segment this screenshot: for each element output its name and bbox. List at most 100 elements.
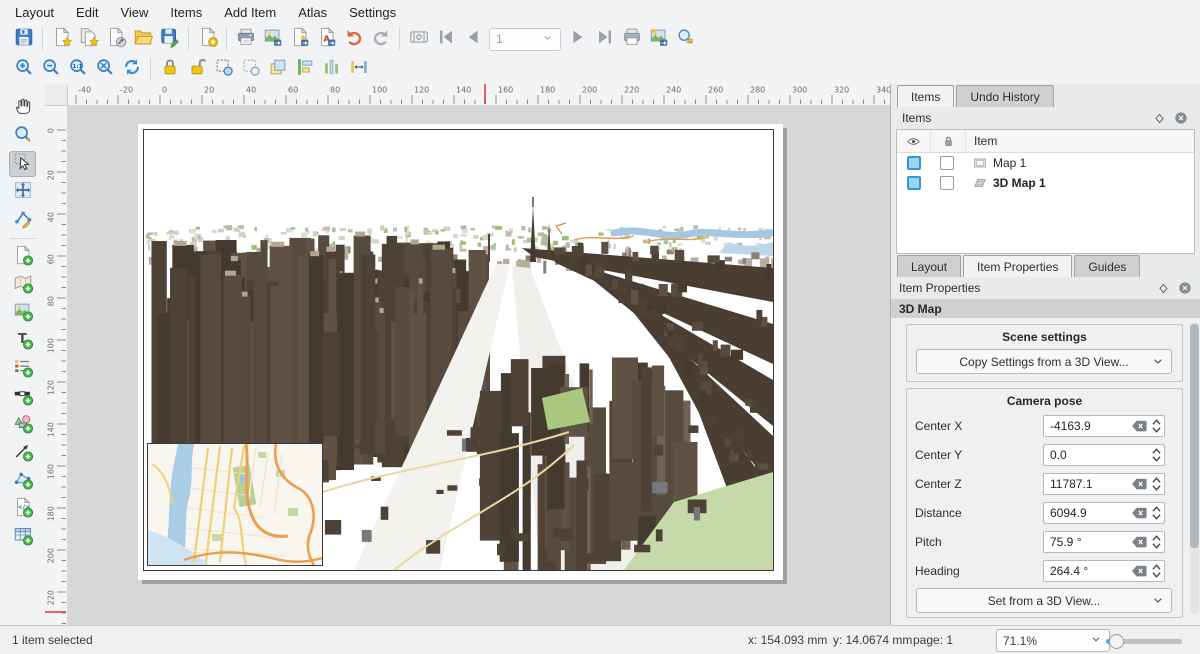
close-panel-icon[interactable] [1172,110,1189,127]
save-project-button[interactable] [10,26,37,52]
clear-field-icon[interactable] [1131,506,1148,520]
add-picture-button[interactable] [9,300,36,326]
spin-arrows[interactable] [1149,474,1164,494]
distance-spinbox[interactable]: 6094.9 [1043,502,1165,524]
export-svg-button[interactable] [286,26,313,52]
spin-arrows[interactable] [1149,503,1164,523]
float-panel-icon[interactable] [1155,280,1172,297]
tab-item-properties[interactable]: Item Properties [963,255,1072,277]
zoom-full-button[interactable] [91,56,118,82]
move-item-content-button[interactable] [9,179,36,205]
print-atlas-button[interactable] [618,26,645,52]
atlas-settings-button[interactable] [672,26,699,52]
duplicate-layout-button[interactable] [75,26,102,52]
select-all-button[interactable] [210,56,237,82]
add-node-item-button[interactable] [9,468,36,494]
previous-feature-button[interactable] [459,26,486,52]
add-map-button[interactable] [9,272,36,298]
map-1-item[interactable] [147,443,323,566]
spin-arrows[interactable] [1149,445,1164,465]
svg-text:300: 300 [792,86,807,95]
zoom-tool-button[interactable] [9,123,36,149]
table-row[interactable]: 3D Map 1 [897,173,1194,193]
zoom-in-button[interactable] [10,56,37,82]
new-layout-button[interactable] [48,26,75,52]
preview-atlas-button[interactable] [405,26,432,52]
redo-button[interactable] [367,26,394,52]
unlock-items-button[interactable] [183,56,210,82]
properties-scrollbar[interactable] [1190,322,1199,614]
atlas-page-combo[interactable]: 1 [489,28,561,51]
add-html-button[interactable]: </> [9,496,36,522]
float-panel-icon[interactable] [1151,110,1168,127]
export-pdf-button[interactable]: A [313,26,340,52]
add-label-button[interactable]: T [9,328,36,354]
lock-checkbox[interactable] [940,176,954,190]
visibility-checkbox[interactable] [907,156,921,170]
select-move-item-button[interactable] [9,151,36,177]
add-arrow-button[interactable] [9,440,36,466]
add-scalebar-button[interactable] [9,384,36,410]
lock-checkbox[interactable] [940,156,954,170]
add-legend-button[interactable] [9,356,36,382]
zoom-actual-button[interactable]: 1:1 [64,56,91,82]
clear-field-icon[interactable] [1131,477,1148,491]
print-layout-button[interactable] [232,26,259,52]
save-as-template-button[interactable] [156,26,183,52]
deselect-all-button[interactable] [237,56,264,82]
undo-button[interactable] [340,26,367,52]
page-setup-button[interactable] [194,26,221,52]
distribute-items-button[interactable] [318,56,345,82]
align-items-button[interactable] [291,56,318,82]
clear-field-icon[interactable] [1131,419,1148,433]
zoom-out-button[interactable] [37,56,64,82]
pan-tool-button[interactable] [9,95,36,121]
center-z-spinbox[interactable]: 11787.1 [1043,473,1165,495]
tab-undo-history[interactable]: Undo History [956,85,1053,107]
lock-items-button[interactable] [156,56,183,82]
spin-arrows[interactable] [1149,416,1164,436]
menu-view[interactable]: View [109,0,159,24]
pitch-spinbox[interactable]: 75.9 ° [1043,531,1165,553]
tab-guides[interactable]: Guides [1074,255,1140,277]
close-panel-icon[interactable] [1176,280,1193,297]
menu-settings[interactable]: Settings [338,0,407,24]
menu-edit[interactable]: Edit [65,0,109,24]
heading-spinbox[interactable]: 264.4 ° [1043,560,1165,582]
visibility-checkbox[interactable] [907,176,921,190]
3d-map-item[interactable] [143,129,774,571]
center-y-spinbox[interactable]: 0.0 [1043,444,1165,466]
tab-items[interactable]: Items [897,85,954,107]
refresh-view-button[interactable] [118,56,145,82]
scrollbar-thumb[interactable] [1190,324,1199,548]
add-table-button[interactable] [9,524,36,550]
next-feature-button[interactable] [564,26,591,52]
add-shape-button[interactable] [9,412,36,438]
last-feature-button[interactable] [591,26,618,52]
spin-arrows[interactable] [1149,561,1164,581]
menu-add-item[interactable]: Add Item [213,0,287,24]
table-row[interactable]: Map 1 [897,153,1194,173]
center-x-spinbox[interactable]: -4163.9 [1043,415,1165,437]
menu-atlas[interactable]: Atlas [287,0,338,24]
open-folder-button[interactable] [129,26,156,52]
add-page-button[interactable] [9,244,36,270]
first-feature-button[interactable] [432,26,459,52]
clear-field-icon[interactable] [1131,535,1148,549]
zoom-slider-handle[interactable] [1109,634,1124,649]
copy-settings-button[interactable]: Copy Settings from a 3D View... [916,349,1172,374]
zoom-level-combo[interactable]: 71.1% [996,629,1110,652]
set-from-3d-view-button[interactable]: Set from a 3D View... [916,588,1172,613]
resize-items-button[interactable] [345,56,372,82]
export-atlas-button[interactable] [645,26,672,52]
layout-manager-button[interactable] [102,26,129,52]
edit-nodes-button[interactable] [9,207,36,233]
spin-arrows[interactable] [1149,532,1164,552]
menu-layout[interactable]: Layout [4,0,65,24]
export-image-button[interactable] [259,26,286,52]
menu-items[interactable]: Items [159,0,213,24]
tab-layout[interactable]: Layout [897,255,961,277]
clear-field-icon[interactable] [1131,564,1148,578]
zoom-slider[interactable] [1106,639,1182,644]
raise-items-button[interactable] [264,56,291,82]
